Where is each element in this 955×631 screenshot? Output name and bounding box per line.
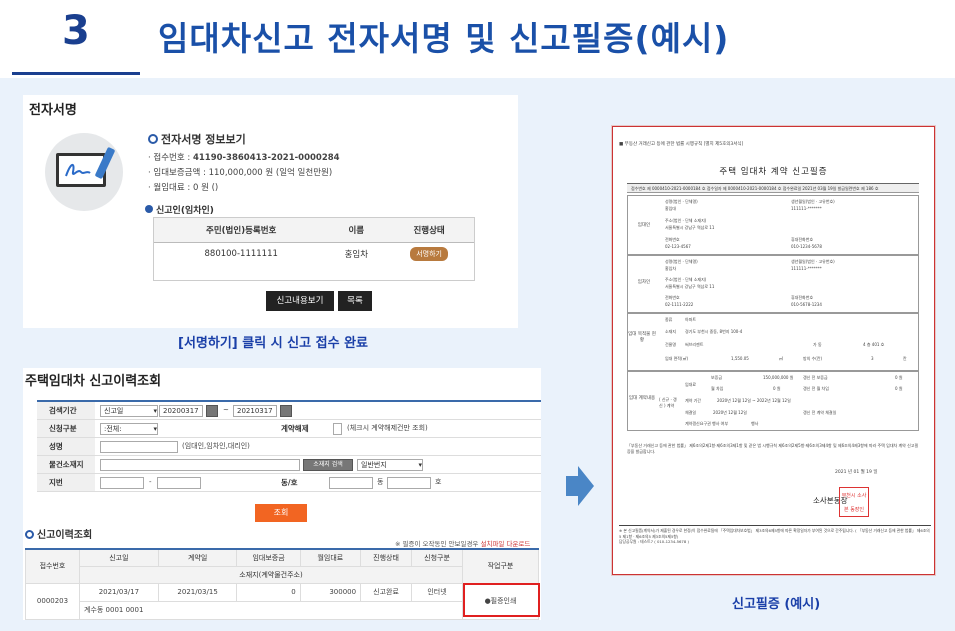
header-underline: [12, 72, 140, 75]
cert-receipt-bar: 접수번호 제 0000410-2021-0000184 호 접수일자 제 000…: [627, 183, 919, 193]
col-status: 진행상태: [384, 218, 474, 243]
rent-line: · 월임대료 : 0 원 (): [148, 183, 219, 193]
period-type-select[interactable]: 신고일 ▾: [100, 405, 158, 417]
signer-title: 신고인(임차인): [145, 203, 214, 216]
history-panel: 주택임대차 신고이력조회 검색기간 신고일 ▾ 20200317 ~ 202103…: [23, 368, 541, 620]
name-row: 성명 (임대인,임차인,대리인): [37, 438, 541, 456]
list-button[interactable]: 목록: [338, 291, 372, 311]
date-to-input[interactable]: 20210317: [233, 405, 277, 417]
certificate-document: ■ 부동산 거래신고 등에 관한 법률 시행규칙 [별지 제5호의3서식] 주택…: [612, 126, 935, 575]
cert-top-note: ■ 부동산 거래신고 등에 관한 법률 시행규칙 [별지 제5호의3서식]: [619, 142, 744, 147]
search-form: 검색기간 신고일 ▾ 20200317 ~ 20210317 신청구분 :전체: ▾…: [37, 400, 541, 492]
download-note: ※ 필증이 오작동인 안보일경우 설치파일 다운로드: [395, 540, 531, 548]
chevron-down-icon: ▾: [418, 461, 422, 469]
history-table: 접수번호 신고일 계약일 임대보증금 월임대료 진행상태 신청구분 작업구분 소…: [25, 548, 539, 620]
contract-cancel-checkbox[interactable]: [333, 423, 342, 435]
table-row[interactable]: 0000203 2021/03/17 2021/03/15 0 300000 신…: [25, 582, 539, 620]
calendar-icon[interactable]: [206, 405, 218, 417]
dong-input[interactable]: [329, 477, 373, 489]
search-button[interactable]: 조회: [255, 504, 307, 522]
step-number: 3: [62, 8, 90, 54]
signer-id: 880100-1111111: [204, 249, 278, 260]
certificate-caption: 신고필증 (예시): [732, 597, 821, 612]
period-row: 검색기간 신고일 ▾ 20200317 ~ 20210317: [37, 402, 541, 420]
address-input[interactable]: [100, 459, 300, 471]
download-link[interactable]: 설치파일 다운로드: [480, 540, 530, 548]
cert-notice: 「부동산 거래신고 등에 관한 법률」 제6조의2제1항·제6조의3제1항 및 …: [627, 443, 919, 454]
highlight-box: [463, 583, 540, 617]
view-report-button[interactable]: 신고내용보기: [266, 291, 334, 311]
receipt-number-line: · 접수번호 : 41190-3860413-2021-0000284: [148, 153, 340, 163]
address-type-select[interactable]: 일반번지 ▾: [357, 459, 423, 471]
sign-panel: 전자서명 전자서명 정보보기 · 접수번호 : 41190-3860413-20…: [23, 95, 518, 328]
cert-footer: ※ 본 신고필증(계약서)가 제출된 경우로 한정(이 접수완료됨에 「주택임대…: [619, 525, 931, 545]
col-name: 이름: [328, 218, 385, 243]
lot-row: 지번 - 동/호 동 호: [37, 474, 541, 492]
arrow-right-icon: [566, 466, 594, 506]
applicant-row: 신청구분 :전체: ▾ 계약해제 (체크시 계약해제건만 조회): [37, 420, 541, 438]
chevron-down-icon: ▾: [153, 407, 157, 415]
lot-sub-input[interactable]: [157, 477, 201, 489]
official-seal: 부천시 소사본 동장인: [839, 487, 869, 517]
cert-title: 주택 임대차 계약 신고필증: [719, 167, 828, 177]
ho-input[interactable]: [387, 477, 431, 489]
signer-name: 홍임차: [344, 250, 369, 261]
cert-date: 2021 년 01 월 19 일: [835, 470, 878, 475]
status-cell: 서명하기: [384, 242, 474, 266]
table-row: 880100-1111111 홍임차 서명하기: [154, 242, 474, 266]
deposit-line: · 임대보증금액 : 110,000,000 원 (일억 일천만원): [148, 168, 333, 178]
address-row: 물건소재지 소재지 검색 일반번지 ▾: [37, 456, 541, 474]
history-panel-title: 주택임대차 신고이력조회: [25, 374, 162, 389]
signer-table: 주민(법인)등록번호 이름 진행상태 880100-1111111 홍임차 서명…: [154, 218, 474, 266]
sign-button[interactable]: 서명하기: [410, 247, 448, 262]
ring-bullet-icon: [148, 134, 158, 144]
page-header: 3 임대차신고 전자서명 및 신고필증(예시): [0, 0, 955, 76]
signer-table-frame: 주민(법인)등록번호 이름 진행상태 880100-1111111 홍임차 서명…: [153, 217, 475, 281]
sign-caption: [서명하기] 클릭 시 신고 접수 완료: [178, 336, 368, 351]
sign-panel-title: 전자서명: [29, 103, 77, 118]
page-title: 임대차신고 전자서명 및 신고필증(예시): [158, 19, 730, 58]
history-list-title: 신고이력조회: [25, 526, 92, 541]
calendar-icon[interactable]: [280, 405, 292, 417]
chevron-down-icon: ▾: [153, 425, 157, 433]
sign-info-title: 전자서명 정보보기: [148, 131, 246, 147]
col-id: 주민(법인)등록번호: [154, 218, 329, 243]
lot-main-input[interactable]: [100, 477, 144, 489]
name-input[interactable]: [100, 441, 178, 453]
address-search-button[interactable]: 소재지 검색: [303, 459, 353, 471]
dot-bullet-icon: [145, 205, 153, 213]
ring-bullet-icon: [25, 530, 34, 539]
date-from-input[interactable]: 20200317: [159, 405, 203, 417]
applicant-select[interactable]: :전체: ▾: [100, 423, 158, 435]
